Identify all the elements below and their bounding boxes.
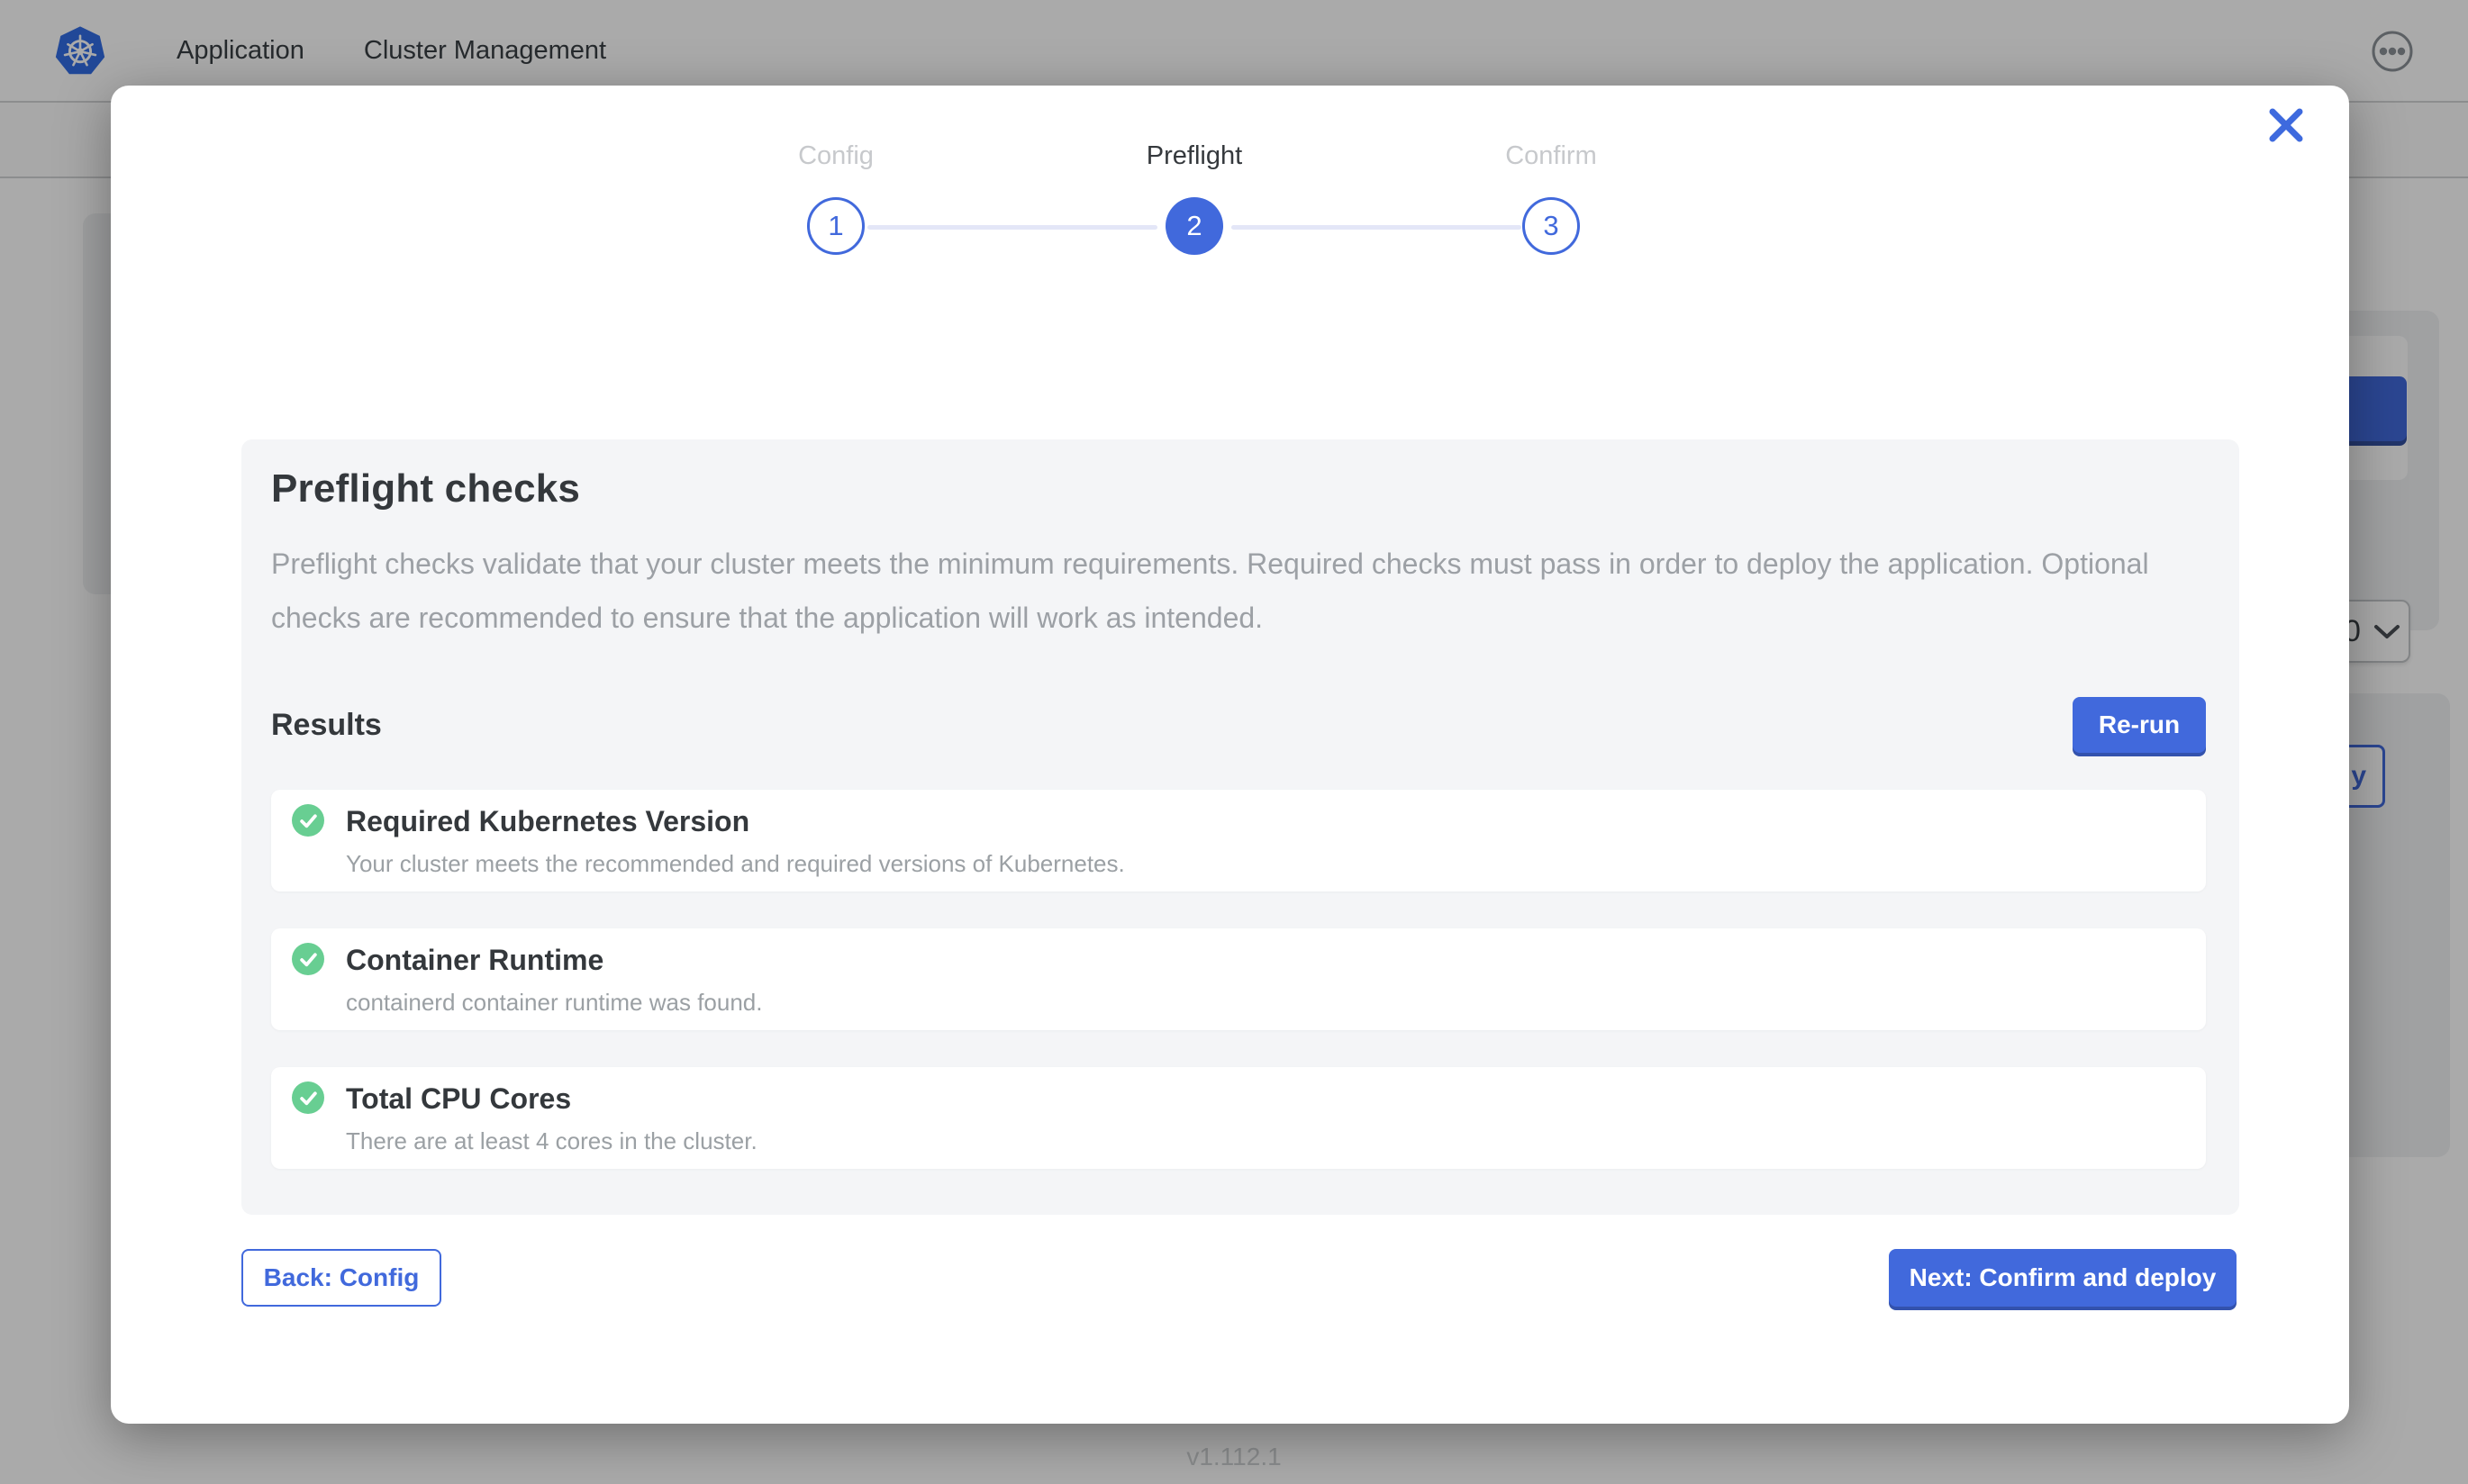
check-description: Your cluster meets the recommended and r… xyxy=(346,850,1125,878)
check-pass-icon xyxy=(292,1081,324,1114)
check-pass-icon xyxy=(292,943,324,975)
step-circle-2[interactable]: 2 xyxy=(1166,197,1223,255)
step-confirm: Confirm 3 xyxy=(1416,86,1686,255)
check-row: Required Kubernetes Version Your cluster… xyxy=(271,790,2206,891)
check-description: containerd container runtime was found. xyxy=(346,989,763,1017)
check-row: Total CPU Cores There are at least 4 cor… xyxy=(271,1067,2206,1169)
check-description: There are at least 4 cores in the cluste… xyxy=(346,1127,758,1155)
preflight-description: Preflight checks validate that your clus… xyxy=(271,537,2154,645)
results-title: Results xyxy=(271,708,382,743)
back-config-button[interactable]: Back: Config xyxy=(241,1249,441,1307)
step-preflight: Preflight 2 xyxy=(1059,86,1329,255)
step-circle-3[interactable]: 3 xyxy=(1522,197,1580,255)
modal-footer: Back: Config Next: Confirm and deploy xyxy=(241,1249,2237,1307)
preflight-panel: Preflight checks Preflight checks valida… xyxy=(241,439,2239,1215)
page-title: Preflight checks xyxy=(271,466,2206,511)
check-title: Required Kubernetes Version xyxy=(346,805,749,838)
step-label: Confirm xyxy=(1416,141,1686,174)
next-confirm-deploy-button[interactable]: Next: Confirm and deploy xyxy=(1889,1249,2237,1307)
check-title: Total CPU Cores xyxy=(346,1082,571,1116)
check-pass-icon xyxy=(292,804,324,837)
step-label: Preflight xyxy=(1059,141,1329,174)
step-label: Config xyxy=(701,141,971,174)
preflight-modal: Config 1 Preflight 2 Confirm 3 Preflight… xyxy=(111,86,2349,1424)
check-row: Container Runtime containerd container r… xyxy=(271,928,2206,1030)
wizard-stepper: Config 1 Preflight 2 Confirm 3 xyxy=(111,86,2349,320)
step-config: Config 1 xyxy=(701,86,971,255)
step-circle-1[interactable]: 1 xyxy=(807,197,865,255)
check-title: Container Runtime xyxy=(346,944,603,977)
results-header-row: Results Re-run xyxy=(271,697,2206,753)
rerun-button[interactable]: Re-run xyxy=(2073,697,2206,753)
